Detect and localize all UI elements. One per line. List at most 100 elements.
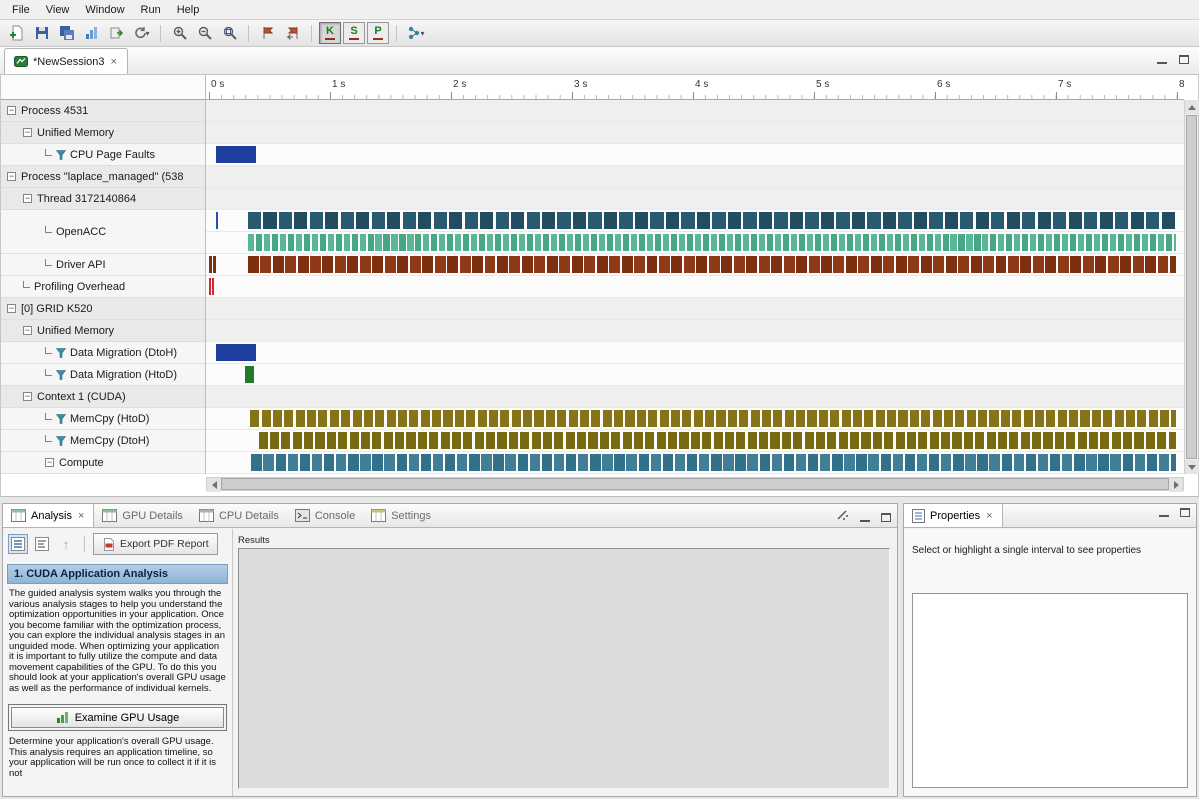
timeline-bar[interactable]	[578, 454, 588, 471]
timeline-bar[interactable]	[663, 454, 673, 471]
timeline-bar[interactable]	[1103, 410, 1112, 427]
timeline-bar[interactable]	[1158, 256, 1169, 273]
timeline-bar[interactable]	[852, 212, 865, 229]
timeline-bar[interactable]	[485, 256, 496, 273]
timeline-bar[interactable]	[588, 432, 597, 449]
timeline-bar[interactable]	[543, 234, 549, 251]
timeline-bar[interactable]	[1150, 234, 1156, 251]
timeline-bar[interactable]	[898, 410, 907, 427]
timeline-bar[interactable]	[635, 212, 648, 229]
timeline-bar[interactable]	[721, 256, 732, 273]
timeline-bar[interactable]	[385, 256, 396, 273]
timeline-bar[interactable]	[259, 432, 268, 449]
timeline-bar[interactable]	[471, 234, 477, 251]
timeline-bar[interactable]	[634, 432, 643, 449]
timeline-bar[interactable]	[1046, 234, 1052, 251]
timeline-bar[interactable]	[767, 234, 773, 251]
timeline-bar[interactable]	[958, 234, 964, 251]
timeline-bar[interactable]	[387, 410, 396, 427]
timeline-bar[interactable]	[360, 256, 371, 273]
timeline-bar[interactable]	[637, 410, 646, 427]
timeline-bar[interactable]	[399, 234, 405, 251]
tree-row[interactable]: −Context 1 (CUDA)	[1, 386, 205, 408]
timeline-bar[interactable]	[1078, 432, 1087, 449]
timeline-bar[interactable]	[1123, 454, 1133, 471]
timeline-bar[interactable]	[703, 234, 709, 251]
timeline-bar[interactable]	[304, 234, 310, 251]
timeline-bar[interactable]	[604, 212, 617, 229]
tree-collapse-toggle[interactable]: −	[7, 304, 16, 313]
timeline-bar[interactable]	[325, 212, 338, 229]
tree-collapse-toggle[interactable]: −	[7, 106, 16, 115]
timeline-bar[interactable]	[759, 212, 772, 229]
timeline-bar[interactable]	[998, 432, 1007, 449]
timeline-bar[interactable]	[725, 432, 734, 449]
stream-toggle-button[interactable]: S	[343, 22, 365, 44]
timeline-bar[interactable]	[687, 454, 697, 471]
timeline-bar[interactable]	[953, 454, 963, 471]
timeline-bar[interactable]	[509, 256, 520, 273]
timeline-bar[interactable]	[958, 256, 969, 273]
timeline-bar[interactable]	[631, 234, 637, 251]
timeline-bar[interactable]	[534, 256, 545, 273]
minimize-icon[interactable]	[1159, 508, 1169, 517]
timeline-bar[interactable]	[534, 410, 543, 427]
timeline-bar[interactable]	[520, 432, 529, 449]
timeline-bar[interactable]	[1142, 234, 1148, 251]
timeline-bar[interactable]	[746, 256, 757, 273]
timeline-bar[interactable]	[853, 410, 862, 427]
timeline-bar[interactable]	[861, 432, 870, 449]
timeline-lane[interactable]	[206, 166, 1184, 188]
timeline-bar[interactable]	[293, 432, 302, 449]
timeline-bar[interactable]	[395, 432, 404, 449]
timeline-bar[interactable]	[1055, 432, 1064, 449]
tab-properties[interactable]: Properties ×	[904, 504, 1003, 527]
timeline-bar[interactable]	[987, 432, 996, 449]
timeline-bar[interactable]	[735, 454, 745, 471]
timeline-bar[interactable]	[315, 432, 324, 449]
timeline-bar[interactable]	[783, 234, 789, 251]
timeline-bar[interactable]	[435, 256, 446, 273]
timeline-bar[interactable]	[360, 234, 366, 251]
timeline-bar[interactable]	[695, 234, 701, 251]
timeline-bar[interactable]	[276, 454, 286, 471]
timeline-bar[interactable]	[407, 234, 413, 251]
timeline-bar[interactable]	[847, 234, 853, 251]
timeline-bar[interactable]	[868, 454, 878, 471]
timeline-bar[interactable]	[250, 410, 259, 427]
timeline-bar[interactable]	[927, 234, 933, 251]
timeline-bar[interactable]	[457, 454, 467, 471]
timeline-bar[interactable]	[1118, 234, 1124, 251]
menu-file[interactable]: File	[4, 1, 38, 19]
horizontal-scrollbar-thumb[interactable]	[221, 478, 1169, 490]
timeline-bar[interactable]	[856, 454, 866, 471]
timeline-bar[interactable]	[602, 454, 612, 471]
timeline-bar[interactable]	[1102, 234, 1108, 251]
timeline-bar[interactable]	[304, 432, 313, 449]
timeline-bar[interactable]	[364, 410, 373, 427]
timeline-bar[interactable]	[832, 454, 842, 471]
timeline-bar[interactable]	[694, 410, 703, 427]
timeline-bar[interactable]	[216, 344, 256, 361]
tree-row[interactable]: MemCpy (HtoD)	[1, 408, 205, 430]
timeline-bar[interactable]	[336, 454, 346, 471]
timeline-bar[interactable]	[554, 432, 563, 449]
zoom-in-button[interactable]	[168, 22, 191, 44]
timeline-bar[interactable]	[384, 454, 394, 471]
timeline-bar[interactable]	[705, 410, 714, 427]
timeline-bar[interactable]	[273, 410, 282, 427]
timeline-bar[interactable]	[445, 454, 455, 471]
timeline-bar[interactable]	[827, 432, 836, 449]
timeline-bar[interactable]	[298, 256, 309, 273]
timeline-bar[interactable]	[719, 234, 725, 251]
timeline-bar[interactable]	[441, 432, 450, 449]
timeline-bar[interactable]	[375, 410, 384, 427]
timeline-bar[interactable]	[615, 234, 621, 251]
timeline-bar[interactable]	[1026, 454, 1036, 471]
timeline-bar[interactable]	[1131, 212, 1144, 229]
timeline-bar[interactable]	[583, 234, 589, 251]
timeline-bar[interactable]	[614, 410, 623, 427]
guided-mode-icon[interactable]	[8, 534, 28, 554]
scroll-up-arrow[interactable]	[1185, 100, 1199, 114]
tree-row[interactable]: −Unified Memory	[1, 320, 205, 342]
